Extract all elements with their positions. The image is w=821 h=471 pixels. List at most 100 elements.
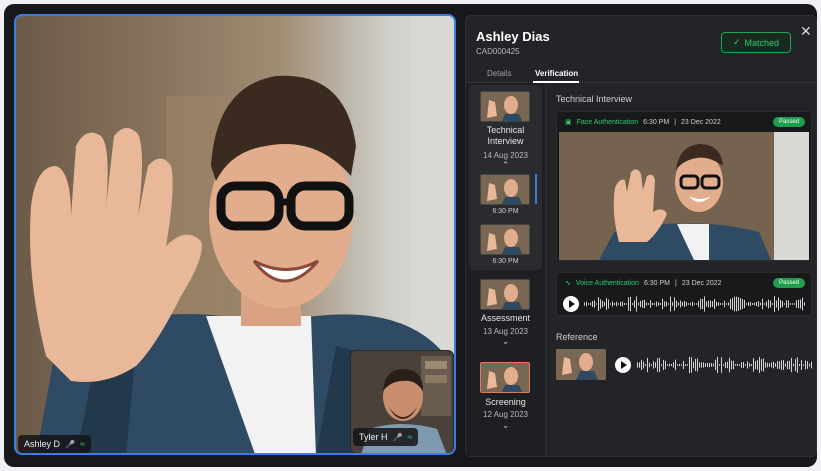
auth-separator: |: [674, 118, 677, 126]
matched-badge[interactable]: ✓ Matched: [721, 32, 791, 53]
waveform-bar: [688, 303, 689, 305]
waveform-bar: [714, 298, 715, 310]
chevron-down-icon[interactable]: ⌄: [469, 420, 542, 431]
auth-time: 6:30 PM: [643, 279, 671, 287]
reference-thumbnail[interactable]: [556, 349, 606, 380]
waveform-bar: [586, 301, 587, 307]
waveform-bar: [604, 301, 605, 307]
tab-details[interactable]: Details: [487, 69, 511, 78]
participant-name: Tyler H: [359, 432, 388, 442]
waveform-bar: [751, 364, 752, 366]
thumbnail-image: [481, 92, 529, 121]
waveform-bar: [747, 361, 748, 369]
waveform-bar: [692, 301, 693, 307]
waveform-bar: [759, 356, 760, 374]
session-label[interactable]: Screening: [469, 397, 542, 408]
waveform-bar: [809, 363, 810, 367]
waveform-bar: [663, 359, 664, 371]
waveform-bar: [711, 363, 712, 367]
waveform-bar: [723, 364, 724, 366]
thumbnail-image: [481, 225, 529, 254]
close-icon[interactable]: ✕: [800, 23, 812, 40]
waveform-bar: [703, 362, 704, 368]
waveform-bar: [638, 302, 639, 306]
waveform-bar: [645, 364, 646, 366]
thumbnail-image: [481, 280, 529, 309]
session-thumbnail[interactable]: [480, 279, 530, 310]
play-icon[interactable]: [615, 357, 631, 373]
waveform-bar: [639, 362, 640, 368]
waveform-bar: [712, 301, 713, 307]
waveform-bar: [717, 356, 718, 374]
candidate-name: Ashley Dias: [476, 29, 550, 44]
main-video-feed[interactable]: [14, 14, 456, 455]
waveform-bar: [647, 357, 648, 373]
waveform-bar: [700, 298, 701, 310]
waveform-bar: [786, 300, 787, 308]
waveform-bar: [792, 303, 793, 305]
card-header: ▣ Face Authentication 6:30 PM | 23 Dec 2…: [565, 118, 721, 127]
waveform-bar: [769, 363, 770, 367]
waveform-bar: [651, 364, 652, 366]
waveform-bar: [684, 300, 685, 308]
waveform-bar: [664, 301, 665, 307]
clip-thumbnail[interactable]: [480, 174, 530, 205]
play-icon[interactable]: [563, 296, 579, 312]
waveform-bar: [797, 357, 798, 373]
waveform-bar: [696, 303, 697, 305]
face-scan-icon: ▣: [565, 119, 572, 126]
waveform-bar: [756, 302, 757, 306]
chevron-up-icon[interactable]: ⌃: [469, 160, 542, 171]
waveform-bar: [803, 364, 804, 366]
mic-muted-icon: 🎤: [392, 432, 403, 442]
waveform-bar: [796, 300, 797, 308]
waveform-bar: [705, 363, 706, 367]
waveform-bar: [671, 363, 672, 367]
waveform-bar: [781, 360, 782, 370]
session-date: 13 Aug 2023: [483, 327, 528, 336]
waveform-bar: [637, 362, 638, 368]
face-video-player[interactable]: [559, 132, 809, 260]
mic-icon: 🎤: [65, 439, 75, 449]
waveform-bar: [600, 299, 601, 309]
session-label[interactable]: Assessment: [469, 313, 542, 324]
pip-participant-tag: Tyler H 🎤 ≈: [353, 428, 419, 446]
auth-separator: |: [675, 279, 677, 287]
waveform-bar: [802, 297, 803, 311]
chevron-down-icon[interactable]: ⌄: [469, 336, 542, 347]
waveform-bar: [620, 301, 621, 307]
waveform-bar: [650, 300, 651, 308]
reference-waveform[interactable]: [636, 356, 812, 374]
waveform-bar: [702, 298, 703, 310]
session-thumbnail[interactable]: [480, 362, 530, 393]
waveform-bar: [691, 357, 692, 373]
clip-thumbnail[interactable]: [480, 224, 530, 255]
waveform-bar: [689, 356, 690, 374]
waveform-bar: [630, 296, 631, 312]
voice-waveform[interactable]: [583, 296, 805, 312]
waveform-bar: [636, 296, 637, 312]
scroll-indicator[interactable]: [535, 174, 537, 204]
tab-verification[interactable]: Verification: [535, 69, 578, 78]
waveform-bar: [807, 361, 808, 369]
waveform-bar: [588, 303, 589, 305]
waveform-bar: [624, 303, 625, 305]
waveform-bar: [643, 361, 644, 369]
session-thumbnail[interactable]: [480, 91, 530, 122]
waveform-bar: [754, 302, 755, 306]
waveform-bar: [715, 359, 716, 371]
waveform-bar: [778, 297, 779, 311]
waveform-bar: [698, 301, 699, 307]
waveform-bar: [670, 296, 671, 312]
waveform-bar: [774, 296, 775, 312]
reference-title: Reference: [556, 332, 598, 342]
waveform-bar: [721, 357, 722, 373]
waveform-bar: [675, 359, 676, 371]
clip-time: 6:30 PM: [492, 208, 519, 215]
waveform-bar: [772, 303, 773, 305]
waveform-bar: [709, 362, 710, 368]
waveform-bar: [612, 301, 613, 307]
waveform-bar: [728, 302, 729, 306]
session-date: 12 Aug 2023: [483, 410, 528, 419]
waveform-bar: [798, 299, 799, 309]
